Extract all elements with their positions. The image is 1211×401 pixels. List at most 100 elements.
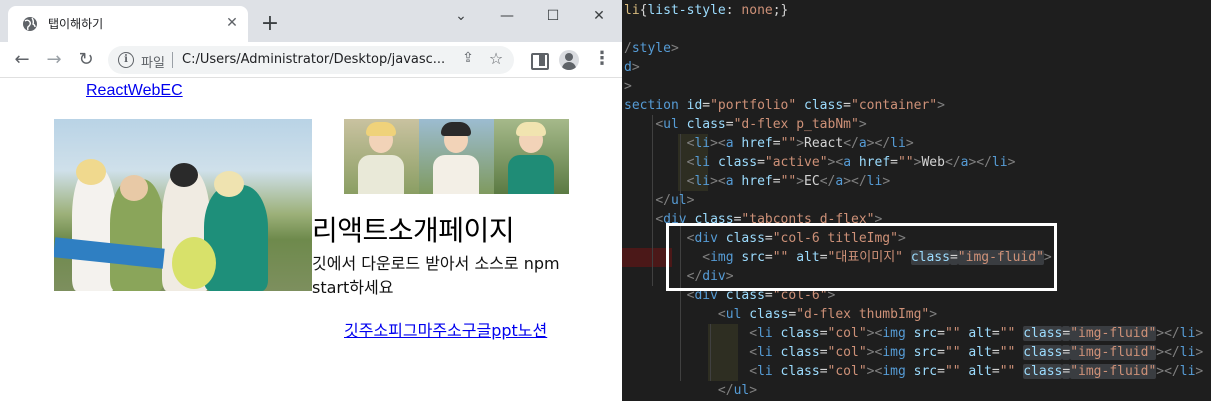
code-token: li	[624, 3, 640, 18]
code-token: </	[655, 193, 671, 208]
code-token: class	[1023, 326, 1063, 341]
code-token: src	[913, 345, 938, 360]
code-line[interactable]: <li class="col"><img src="" alt="" class…	[624, 324, 1211, 343]
code-token: <	[749, 345, 758, 360]
code-token: src	[913, 364, 938, 379]
code-token: <	[749, 364, 758, 379]
code-line[interactable]: <ul class="d-flex thumbImg">	[624, 305, 1211, 324]
thumbnail-image	[419, 119, 494, 194]
code-line[interactable]: <li class="col"><img src="" alt="" class…	[624, 362, 1211, 381]
code-token: alt	[968, 345, 992, 360]
info-icon[interactable]: i	[118, 52, 134, 68]
kebab-menu-icon[interactable]: ⋮	[590, 48, 614, 72]
code-token: a	[725, 174, 742, 189]
code-line[interactable]: section id="portfolio" class="container"…	[624, 96, 1211, 115]
back-arrow-icon[interactable]: ←	[10, 48, 34, 72]
resource-links-anchor[interactable]: 깃주소피그마주소구글ppt노션	[344, 321, 547, 340]
window-close-button[interactable]: ✕	[576, 2, 622, 30]
code-line[interactable]: <li class="active"><a href="">Web</a></l…	[624, 153, 1211, 172]
code-line[interactable]: <li><a href="">EC</a></li>	[624, 172, 1211, 191]
code-line[interactable]: li{list-style: none;}	[624, 1, 1211, 20]
url-text[interactable]: C:/Users/Administrator/Desktop/javasc...	[182, 52, 448, 67]
code-token: =	[819, 364, 828, 379]
code-token: ></	[1156, 364, 1180, 379]
code-token: >	[1195, 364, 1204, 379]
code-line[interactable]: <li class="col"><img src="" alt="" class…	[624, 343, 1211, 362]
divider	[172, 52, 173, 68]
code-token: li	[1179, 364, 1196, 379]
code-token: class	[749, 307, 789, 322]
side-panel-icon[interactable]	[526, 48, 550, 72]
code-token: >	[796, 136, 805, 151]
code-token: a	[843, 155, 859, 170]
code-token: ><	[710, 136, 726, 151]
minimize-button[interactable]: —	[484, 2, 530, 30]
code-editor[interactable]: li{list-style: none;}/style> d> > section i…	[622, 0, 1211, 401]
share-icon[interactable]: ⇪	[458, 50, 478, 70]
code-token: "col"	[827, 345, 867, 360]
code-token: =	[725, 117, 734, 132]
globe-icon	[23, 17, 37, 31]
code-line[interactable]: <ul class="d-flex p_tabNm">	[624, 115, 1211, 134]
resource-links: 깃주소피그마주소구글ppt노션	[344, 317, 547, 341]
code-token: li	[991, 155, 1008, 170]
code-token: /	[624, 41, 632, 56]
code-token: <	[655, 212, 664, 227]
profile-button[interactable]	[557, 48, 581, 72]
code-token: ><	[866, 364, 883, 379]
code-token: =	[937, 326, 945, 341]
code-token: href	[741, 174, 773, 189]
main-photo	[54, 119, 312, 291]
code-token: EC	[804, 174, 820, 189]
code-line[interactable]: d>	[624, 58, 1211, 77]
code-token: =	[843, 98, 851, 113]
maximize-button[interactable]: ☐	[530, 2, 576, 30]
page-title: 리액트소개페이지	[312, 214, 515, 247]
code-token: src	[913, 326, 938, 341]
code-line[interactable]: >	[624, 77, 1211, 96]
code-token: =	[1062, 345, 1071, 360]
chevron-down-icon[interactable]: ⌄	[438, 2, 484, 30]
new-tab-button[interactable]: +	[258, 12, 282, 36]
code-token: "active"	[764, 155, 828, 170]
tab-nav-links[interactable]: ReactWebEC	[86, 82, 183, 99]
code-token: a	[835, 174, 844, 189]
code-line[interactable]: </ul>	[624, 381, 1211, 400]
code-token: ></	[1156, 345, 1180, 360]
code-token: ><	[827, 155, 844, 170]
tab-title: 탭이해하기	[48, 17, 104, 31]
code-line[interactable]: <li><a href="">React</a></li>	[624, 134, 1211, 153]
code-token: ""	[780, 136, 797, 151]
code-token: img	[882, 345, 914, 360]
code-token: class	[1023, 364, 1063, 379]
code-token: ul	[663, 117, 687, 132]
address-bar[interactable]: i 파일 C:/Users/Administrator/Desktop/java…	[108, 46, 514, 74]
code-token: "col"	[827, 326, 867, 341]
code-token: img	[882, 326, 914, 341]
forward-arrow-icon[interactable]: →	[42, 48, 66, 72]
code-token: "img-fluid"	[1070, 364, 1157, 379]
code-line[interactable]	[624, 20, 1211, 39]
code-token: li	[1179, 326, 1196, 341]
code-token: class	[686, 117, 726, 132]
avatar-icon	[559, 50, 579, 70]
close-icon[interactable]: ✕	[222, 13, 242, 33]
code-token: >	[882, 174, 891, 189]
reload-icon[interactable]: ↻	[74, 48, 98, 72]
code-line[interactable]: /style>	[624, 39, 1211, 58]
code-token: =	[757, 155, 765, 170]
code-token: =	[991, 326, 1000, 341]
browser-tab[interactable]: 탭이해하기 ✕	[8, 6, 248, 42]
code-token: </	[819, 174, 836, 189]
code-line[interactable]: </ul>	[624, 191, 1211, 210]
code-token: class	[717, 155, 758, 170]
bookmark-star-icon[interactable]: ☆	[486, 49, 506, 69]
code-token: >	[905, 136, 914, 151]
code-token: li	[866, 174, 883, 189]
